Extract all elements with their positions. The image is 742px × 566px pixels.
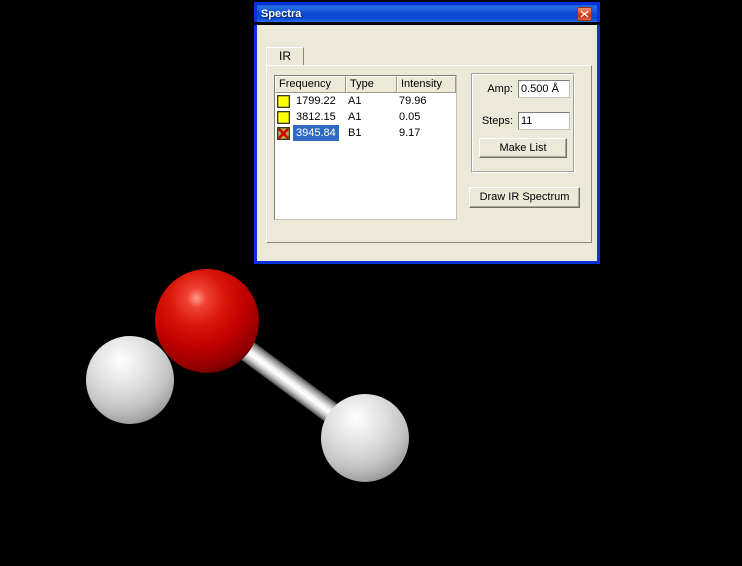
table-header-row: Frequency Type Intensity — [275, 76, 456, 93]
column-header-intensity[interactable]: Intensity — [397, 76, 456, 93]
column-header-type[interactable]: Type — [346, 76, 397, 93]
cell-intensity: 9.17 — [399, 127, 421, 139]
atom-hydrogen-1 — [86, 336, 174, 424]
spectra-dialog: Spectra IR Frequency Type Intensity 1799… — [254, 2, 600, 264]
cell-intensity: 0.05 — [399, 111, 421, 123]
table-row[interactable]: 3945.84 B1 9.17 — [275, 125, 456, 141]
cell-type: A1 — [348, 111, 362, 123]
steps-label: Steps: — [481, 114, 513, 127]
tab-ir[interactable]: IR — [266, 47, 304, 66]
atom-oxygen — [155, 269, 259, 373]
cell-type: A1 — [348, 95, 362, 107]
yellow-square-icon[interactable] — [277, 94, 290, 108]
cell-frequency: 3945.84 — [293, 125, 339, 141]
column-header-frequency[interactable]: Frequency — [275, 76, 346, 93]
tab-strip: IR — [266, 47, 592, 66]
steps-input[interactable]: 11 — [518, 112, 570, 130]
table-row[interactable]: 1799.22 A1 79.96 — [275, 93, 456, 109]
steps-field-row: Steps: 11 — [479, 112, 570, 130]
dialog-titlebar[interactable]: Spectra — [254, 2, 600, 22]
close-button[interactable] — [577, 7, 592, 21]
close-icon — [580, 10, 589, 18]
amp-input[interactable]: 0.500 Å — [518, 80, 570, 98]
make-list-button[interactable]: Make List — [479, 138, 567, 158]
cell-type: B1 — [348, 127, 362, 139]
cell-frequency: 1799.22 — [296, 95, 336, 107]
atom-hydrogen-2 — [321, 394, 409, 482]
amp-field-row: Amp: 0.500 Å — [479, 80, 570, 98]
red-x-square-icon[interactable] — [277, 126, 290, 140]
amp-label: Amp: — [487, 82, 513, 95]
cell-intensity: 79.96 — [399, 95, 427, 107]
table-row[interactable]: 3812.15 A1 0.05 — [275, 109, 456, 125]
dialog-title: Spectra — [261, 7, 302, 20]
yellow-square-icon[interactable] — [277, 110, 290, 124]
draw-ir-spectrum-button[interactable]: Draw IR Spectrum — [469, 187, 580, 208]
frequency-table[interactable]: Frequency Type Intensity 1799.22 A1 79.9… — [274, 75, 457, 220]
cell-frequency: 3812.15 — [296, 111, 336, 123]
